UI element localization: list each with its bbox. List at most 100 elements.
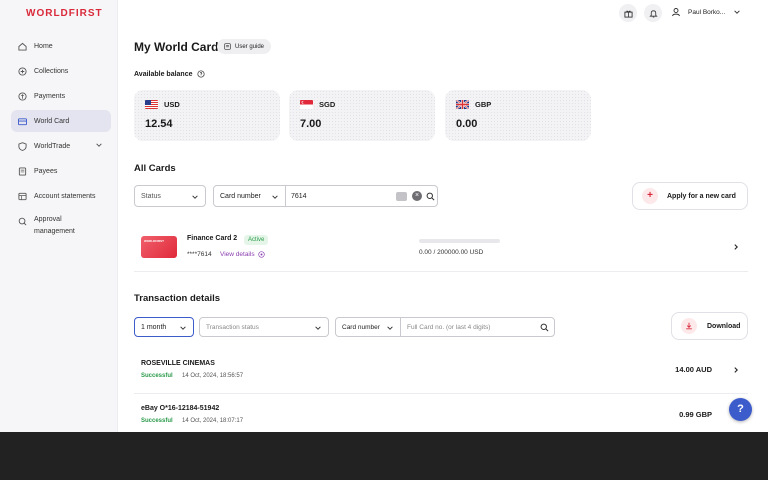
us-flag-icon xyxy=(145,100,158,109)
apply-button-label: Apply for a new card xyxy=(667,192,736,200)
select-placeholder: Transaction status xyxy=(206,323,259,331)
balance-amount: 0.00 xyxy=(456,118,478,130)
user-icon xyxy=(670,6,682,18)
balance-currency: USD xyxy=(145,100,180,109)
card-list-item[interactable]: WORLDFIRST Finance Card 2 Active ****761… xyxy=(134,224,748,272)
sidebar-item-collections[interactable]: Collections xyxy=(11,60,111,82)
user-name: Paul Borko... xyxy=(688,8,726,16)
available-balance-text: Available balance xyxy=(134,70,193,78)
sidebar-item-home[interactable]: Home xyxy=(11,35,111,57)
sidebar-item-label: Approval management xyxy=(34,214,75,238)
chevron-down-icon xyxy=(192,195,198,199)
transaction-row[interactable]: eBay O*16-12184-51942 Successful 14 Oct,… xyxy=(134,399,748,432)
search-placeholder: Full Card no. (or last 4 digits) xyxy=(407,323,491,331)
uk-flag-icon xyxy=(456,100,469,109)
transaction-date: 14 Oct, 2024, 18:07:17 xyxy=(182,418,244,424)
status-badge: Active xyxy=(244,235,269,245)
bottom-bar xyxy=(0,432,768,480)
chevron-right-icon[interactable] xyxy=(732,243,740,251)
select-value: Card number xyxy=(220,192,261,200)
user-guide-label: User guide xyxy=(235,43,265,50)
spend-limit-progress xyxy=(419,239,500,243)
period-select[interactable]: 1 month xyxy=(134,317,194,337)
card-name: Finance Card 2 xyxy=(187,235,238,242)
card-thumbnail-logo: WORLDFIRST xyxy=(144,239,164,243)
select-value: Status xyxy=(141,192,161,200)
info-icon[interactable] xyxy=(196,70,205,78)
help-button[interactable]: ? xyxy=(729,398,752,421)
card-search-field-select[interactable]: Card number xyxy=(213,185,286,207)
tx-search-field-select[interactable]: Card number xyxy=(335,317,401,337)
transaction-status: Successful xyxy=(141,418,173,424)
book-icon xyxy=(224,43,231,50)
notifications-button[interactable] xyxy=(644,4,662,22)
search-icon[interactable] xyxy=(426,192,435,201)
transaction-date: 14 Oct, 2024, 18:56:57 xyxy=(182,373,244,379)
search-value: 7614 xyxy=(291,192,307,200)
sidebar-item-payees[interactable]: Payees xyxy=(11,160,111,182)
chevron-down-icon xyxy=(387,326,393,330)
user-menu[interactable]: Paul Borko... xyxy=(670,6,741,18)
chevron-down-icon[interactable] xyxy=(95,141,103,149)
card-status-select[interactable]: Status xyxy=(134,185,206,207)
chevron-down-icon xyxy=(272,195,278,199)
currency-code: GBP xyxy=(475,100,492,109)
card-number: ****7614 xyxy=(187,251,212,258)
brand-logo[interactable]: WORLDFIRST xyxy=(26,8,103,19)
currency-code: SGD xyxy=(319,100,336,109)
balance-card-usd[interactable]: USD 12.54 xyxy=(134,90,280,141)
sidebar-item-label: Home xyxy=(34,42,53,50)
balance-currency: GBP xyxy=(456,100,491,109)
gift-icon xyxy=(623,10,633,18)
sidebar-item-label-line1: Approval xyxy=(34,216,62,223)
sidebar-item-label: Collections xyxy=(34,67,69,75)
search-icon[interactable] xyxy=(540,323,549,332)
payments-icon xyxy=(17,91,27,101)
approval-icon xyxy=(17,216,27,226)
apply-new-card-button[interactable]: + Apply for a new card xyxy=(632,182,748,210)
sidebar-item-payments[interactable]: Payments xyxy=(11,85,111,107)
plus-icon: + xyxy=(642,188,658,204)
transaction-status: Successful xyxy=(141,373,173,379)
sidebar-item-account-statements[interactable]: Account statements xyxy=(11,185,111,207)
card-search-input[interactable]: 7614 × xyxy=(285,185,438,207)
tx-card-search-input[interactable]: Full Card no. (or last 4 digits) xyxy=(400,317,555,337)
balance-card-sgd[interactable]: SGD 7.00 xyxy=(289,90,435,141)
sidebar-item-worldtrade[interactable]: WorldTrade xyxy=(11,135,111,157)
sidebar-item-world-card[interactable]: World Card xyxy=(11,110,111,132)
chevron-right-icon[interactable] xyxy=(732,366,740,374)
sidebar-item-approval-management[interactable]: Approval management xyxy=(11,212,111,238)
download-icon xyxy=(681,318,697,334)
view-details-label: View details xyxy=(220,251,255,258)
transaction-details-title: Transaction details xyxy=(134,293,221,304)
card-icon xyxy=(17,116,27,126)
currency-code: USD xyxy=(164,100,180,109)
transaction-status-select[interactable]: Transaction status xyxy=(199,317,329,337)
sidebar-item-label-line2: management xyxy=(34,228,75,235)
download-label: Download xyxy=(707,322,741,330)
all-cards-title: All Cards xyxy=(134,163,176,174)
spend-limit-text: 0.00 / 200000.00 USD xyxy=(419,249,484,256)
transaction-amount: 0.99 GBP xyxy=(679,410,712,419)
bell-icon xyxy=(648,9,658,18)
sidebar: WORLDFIRST Home Collections Payments Wor… xyxy=(0,0,118,432)
collections-icon xyxy=(17,66,27,76)
sidebar-item-label: World Card xyxy=(34,117,70,125)
select-value: 1 month xyxy=(141,323,167,331)
transaction-amount: 14.00 AUD xyxy=(675,365,712,374)
balance-amount: 12.54 xyxy=(145,118,173,130)
clear-icon[interactable]: × xyxy=(412,191,422,201)
app-window: WORLDFIRST Home Collections Payments Wor… xyxy=(0,0,768,432)
gift-button[interactable] xyxy=(619,4,637,22)
balance-card-gbp[interactable]: GBP 0.00 xyxy=(445,90,591,141)
page-title: My World Card xyxy=(134,40,219,54)
download-button[interactable]: Download xyxy=(671,312,748,340)
transaction-row[interactable]: ROSEVILLE CINEMAS Successful 14 Oct, 202… xyxy=(134,354,748,394)
user-guide-button[interactable]: User guide xyxy=(217,39,272,54)
sg-flag-icon xyxy=(300,100,313,109)
card-chip-icon xyxy=(396,192,407,201)
view-details-link[interactable]: View details xyxy=(220,251,265,258)
eye-icon xyxy=(257,251,265,258)
chevron-down-icon xyxy=(734,10,740,14)
card-thumbnail: WORLDFIRST xyxy=(141,236,177,258)
